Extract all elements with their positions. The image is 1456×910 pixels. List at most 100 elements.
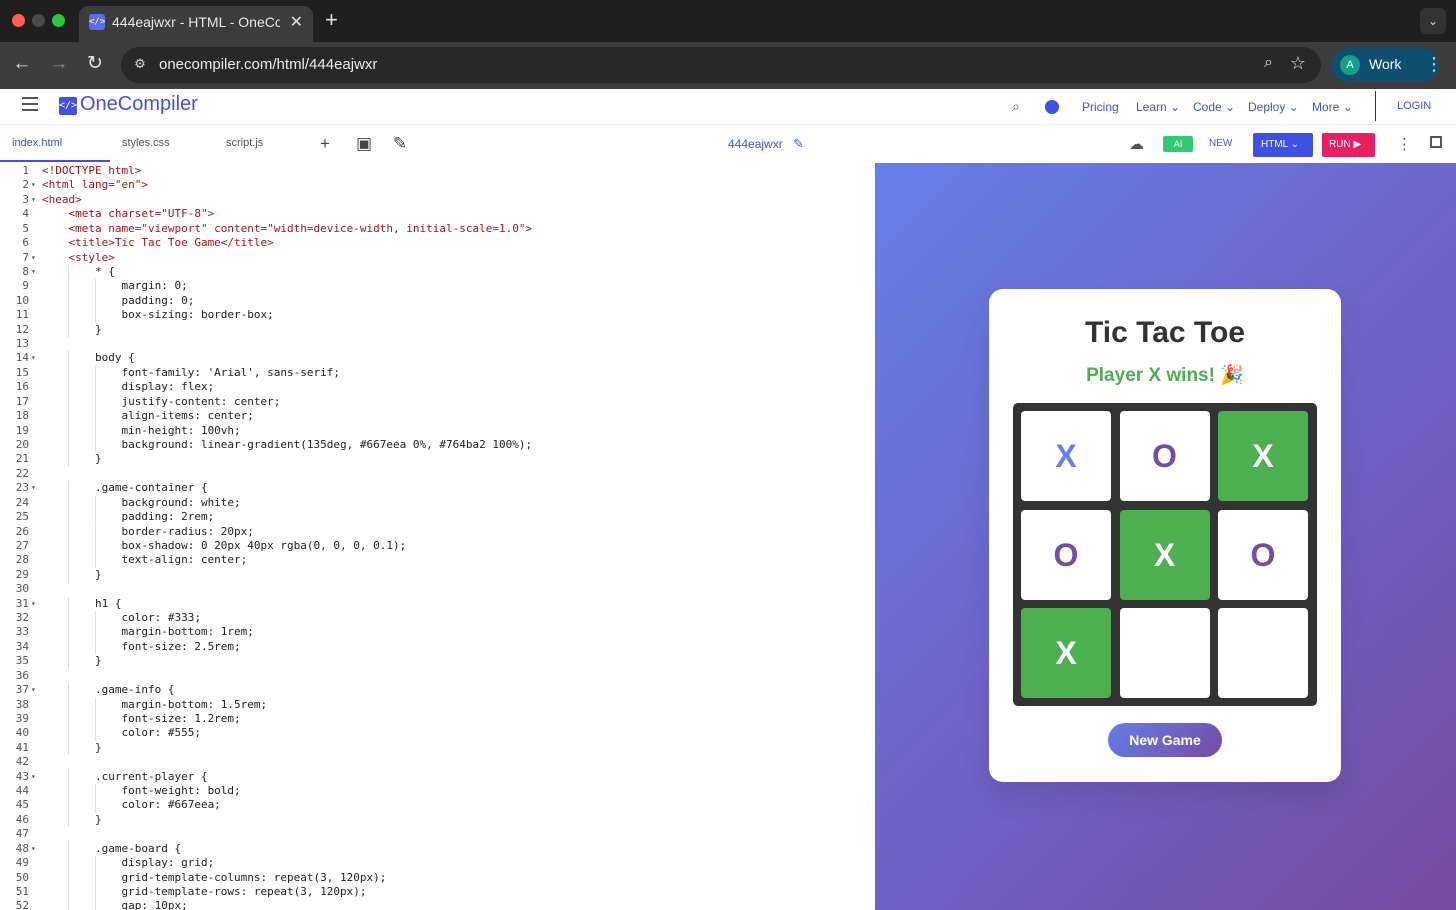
- board-cell[interactable]: O: [1021, 509, 1111, 600]
- hamburger-menu-icon[interactable]: [22, 97, 38, 111]
- nav-more[interactable]: More ⌄: [1312, 100, 1353, 114]
- bookmark-star-icon[interactable]: ☆: [1290, 53, 1306, 74]
- code-line[interactable]: 50 grid-template-columns: repeat(3, 120p…: [0, 870, 875, 885]
- code-line[interactable]: 37 ▾ .game-info {: [0, 683, 875, 698]
- board-cell[interactable]: X: [1119, 509, 1210, 600]
- url-text[interactable]: onecompiler.com/html/444eajwxr: [159, 56, 377, 73]
- file-tab-index-html[interactable]: index.html: [12, 137, 62, 149]
- code-line[interactable]: 12 }: [0, 322, 875, 338]
- code-line[interactable]: 44 font-weight: bold;: [0, 784, 875, 799]
- code-editor[interactable]: 1 <!DOCTYPE html> 2 ▾ <html lang="en"> 3 ▾ <hea…: [0, 163, 875, 910]
- file-tab-styles-css[interactable]: styles.css: [122, 137, 170, 149]
- pencil-icon[interactable]: ✎: [793, 136, 804, 152]
- code-line[interactable]: 46 }: [0, 812, 875, 828]
- code-line[interactable]: 52 gap: 10px;: [0, 899, 875, 910]
- code-line[interactable]: 8 ▾ * {: [0, 264, 875, 280]
- fold-arrow-icon[interactable]: ▾: [31, 683, 36, 697]
- code-line[interactable]: 2 ▾ <html lang="en">: [0, 178, 875, 192]
- language-select[interactable]: HTML ⌄: [1253, 133, 1313, 157]
- code-line[interactable]: 14 ▾ body {: [0, 351, 875, 366]
- fold-arrow-icon[interactable]: ▾: [31, 265, 36, 279]
- fold-arrow-icon[interactable]: ▾: [31, 351, 36, 365]
- fold-arrow-icon[interactable]: ▾: [31, 770, 36, 784]
- board-cell[interactable]: X: [1021, 411, 1111, 501]
- zoom-icon[interactable]: ⌕: [1264, 54, 1273, 72]
- code-line[interactable]: 29 }: [0, 567, 875, 583]
- window-close-button[interactable]: [12, 14, 25, 27]
- code-line[interactable]: 43 ▾ .current-player {: [0, 769, 875, 785]
- address-bar[interactable]: ⚙ onecompiler.com/html/444eajwxr ⌕ ☆: [121, 47, 1321, 83]
- code-line[interactable]: 39 font-size: 1.2rem;: [0, 711, 875, 727]
- back-arrow-icon[interactable]: ←: [10, 53, 34, 75]
- code-line[interactable]: 11 box-sizing: border-box;: [0, 308, 875, 323]
- code-line[interactable]: 21 }: [0, 452, 875, 467]
- code-line[interactable]: 42: [0, 755, 875, 769]
- code-line[interactable]: 40 color: #555;: [0, 726, 875, 741]
- code-line[interactable]: 31 ▾ h1 {: [0, 596, 875, 611]
- code-line[interactable]: 49 display: grid;: [0, 856, 875, 871]
- code-line[interactable]: 35 }: [0, 654, 875, 669]
- code-line[interactable]: 10 padding: 0;: [0, 293, 875, 309]
- window-maximize-button[interactable]: [52, 14, 65, 27]
- code-line[interactable]: 16 display: flex;: [0, 380, 875, 395]
- code-line[interactable]: 6 <title>Tic Tac Toe Game</title>: [0, 236, 875, 250]
- code-line[interactable]: 3 ▾ <head>: [0, 193, 875, 207]
- code-line[interactable]: 24 background: white;: [0, 495, 875, 511]
- code-line[interactable]: 41 }: [0, 740, 875, 756]
- fold-arrow-icon[interactable]: ▾: [31, 251, 36, 265]
- nav-pricing[interactable]: Pricing: [1082, 100, 1119, 114]
- fold-arrow-icon[interactable]: ▾: [31, 481, 36, 495]
- run-button[interactable]: RUN ▶: [1322, 133, 1375, 157]
- code-line[interactable]: 45 color: #667eea;: [0, 798, 875, 813]
- code-line[interactable]: 28 text-align: center;: [0, 553, 875, 568]
- project-name[interactable]: 444eajwxr: [728, 137, 783, 151]
- code-line[interactable]: 5 <meta name="viewport" content="width=d…: [0, 222, 875, 236]
- code-line[interactable]: 33 margin-bottom: 1rem;: [0, 625, 875, 640]
- code-line[interactable]: 27 box-shadow: 0 20px 40px rgba(0, 0, 0,…: [0, 538, 875, 554]
- code-line[interactable]: 20 background: linear-gradient(135deg, #…: [0, 437, 875, 453]
- logo-text[interactable]: OneCompiler: [80, 93, 198, 116]
- login-link[interactable]: LOGIN: [1397, 100, 1431, 112]
- code-line[interactable]: 17 justify-content: center;: [0, 394, 875, 410]
- code-line[interactable]: 18 align-items: center;: [0, 409, 875, 424]
- board-cell[interactable]: [1119, 608, 1210, 698]
- board-cell[interactable]: [1218, 608, 1308, 698]
- code-line[interactable]: 30: [0, 582, 875, 596]
- board-cell[interactable]: X: [1021, 608, 1111, 698]
- code-line[interactable]: 51 grid-template-rows: repeat(3, 120px);: [0, 885, 875, 900]
- code-line[interactable]: 25 padding: 2rem;: [0, 510, 875, 525]
- nav-learn[interactable]: Learn ⌄: [1136, 100, 1180, 114]
- code-line[interactable]: 7 ▾ <style>: [0, 251, 875, 265]
- search-icon[interactable]: ⌕: [1012, 98, 1020, 115]
- tab-search-chevron-icon[interactable]: ⌄: [1420, 8, 1446, 34]
- theme-toggle-icon[interactable]: [1045, 100, 1059, 114]
- code-line[interactable]: 48 ▾ .game-board {: [0, 841, 875, 857]
- board-cell[interactable]: X: [1218, 411, 1308, 501]
- add-image-icon[interactable]: ▣: [356, 134, 372, 154]
- fold-arrow-icon[interactable]: ▾: [31, 178, 36, 192]
- fold-arrow-icon[interactable]: ▾: [31, 193, 36, 207]
- fullscreen-icon[interactable]: [1430, 136, 1442, 148]
- code-line[interactable]: 47: [0, 827, 875, 841]
- site-info-icon[interactable]: ⚙: [131, 56, 149, 74]
- new-game-button[interactable]: New Game: [1108, 723, 1222, 757]
- code-line[interactable]: 1 <!DOCTYPE html>: [0, 164, 875, 178]
- logo-icon[interactable]: </>: [59, 97, 77, 115]
- file-tab-script-js[interactable]: script.js: [226, 137, 263, 149]
- code-line[interactable]: 36: [0, 669, 875, 683]
- code-line[interactable]: 4 <meta charset="UTF-8">: [0, 207, 875, 221]
- cloud-upload-icon[interactable]: ☁: [1129, 135, 1144, 153]
- code-line[interactable]: 22: [0, 467, 875, 481]
- code-line[interactable]: 15 font-family: 'Arial', sans-serif;: [0, 365, 875, 381]
- add-file-icon[interactable]: +: [320, 134, 330, 154]
- reload-icon[interactable]: ↻: [83, 53, 107, 75]
- tab-close-icon[interactable]: ✕: [290, 12, 303, 32]
- window-minimize-button[interactable]: [32, 14, 45, 27]
- code-line[interactable]: 23 ▾ .game-container {: [0, 481, 875, 496]
- board-cell[interactable]: O: [1218, 509, 1308, 600]
- profile-button[interactable]: A Work: [1331, 48, 1439, 82]
- code-line[interactable]: 19 min-height: 100vh;: [0, 423, 875, 438]
- code-line[interactable]: 26 border-radius: 20px;: [0, 524, 875, 539]
- new-tab-button[interactable]: +: [325, 9, 338, 31]
- nav-deploy[interactable]: Deploy ⌄: [1248, 100, 1299, 114]
